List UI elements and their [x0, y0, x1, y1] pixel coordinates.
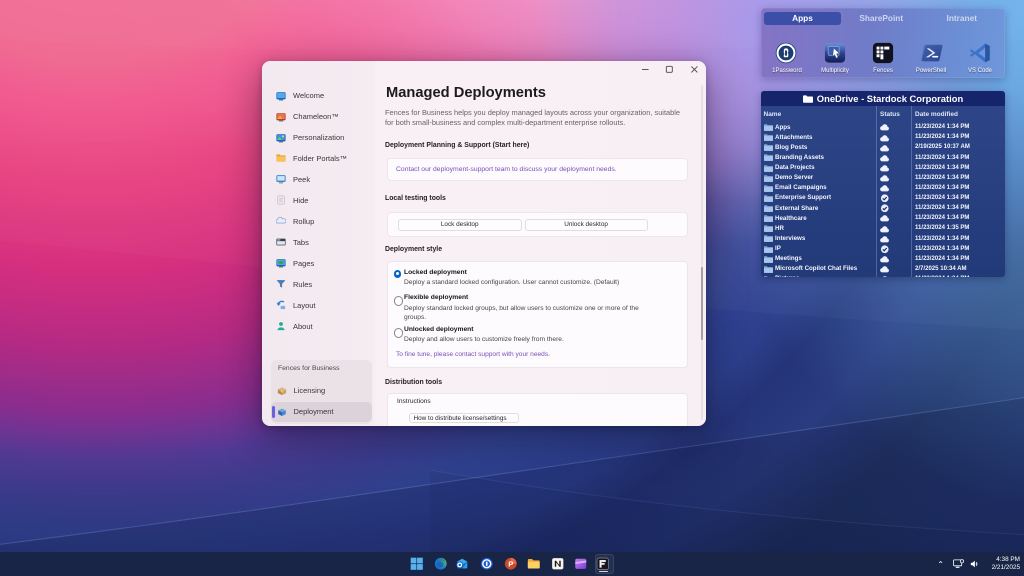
- svg-text:P: P: [508, 559, 513, 568]
